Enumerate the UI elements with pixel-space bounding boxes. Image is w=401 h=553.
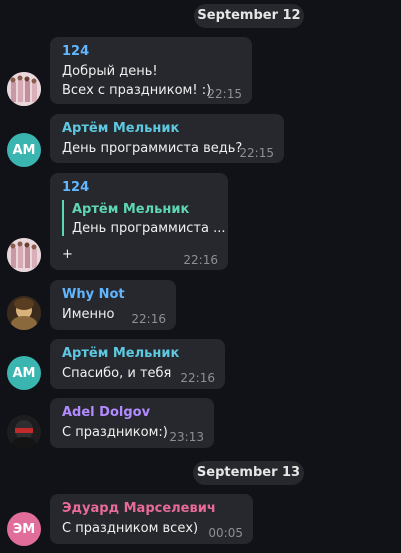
avatar[interactable]: ЭМ [7,512,41,546]
message-bubble[interactable]: 124 Добрый день! Всех с праздником! :) 2… [50,37,252,104]
avatar[interactable]: AM [7,356,41,390]
sender-name[interactable]: Adel Dolgov [62,405,150,420]
message-bubble[interactable]: Артём Мельник Спасибо, и тебя 22:16 [50,339,225,389]
message-text: День программиста ведь? [62,141,243,156]
sender-name[interactable]: Why Not [62,287,125,302]
avatar[interactable] [7,415,41,449]
message-time: 00:05 [208,526,243,540]
sender-name[interactable]: Артём Мельник [62,121,179,136]
sender-name[interactable]: 124 [62,180,89,195]
message-time: 22:15 [239,146,274,160]
sender-name[interactable]: Артём Мельник [62,346,179,361]
reply-text: День программиста ... [72,221,226,236]
reply-sender-name: Артём Мельник [72,202,190,217]
message-bubble[interactable]: Why Not Именно 22:16 [50,280,176,330]
sender-name[interactable]: 124 [62,44,89,59]
avatar[interactable] [7,238,41,272]
message-text: Именно [62,307,115,322]
message-text: С праздником всех) [62,521,199,536]
message-text: Добрый день! [62,64,158,79]
reply-quote[interactable]: Артём Мельник День программиста ... [62,200,232,236]
date-separator: September 13 [193,461,304,485]
message-text: Спасибо, и тебя [62,366,172,381]
message-bubble[interactable]: Adel Dolgov С праздником:) 23:13 [50,398,214,448]
message-text: Всех с праздником! :) [62,83,212,98]
chat-history[interactable]: September 12 124 Добрый день! Всех с пра… [0,0,401,553]
avatar[interactable]: AM [7,133,41,167]
message-time: 22:16 [180,371,215,385]
sender-name[interactable]: Эдуард Марселевич [62,501,216,516]
message-time: 23:13 [169,430,204,444]
message-time: 22:16 [183,253,218,267]
avatar[interactable] [7,72,41,106]
message-text: С праздником:) [62,425,168,440]
message-bubble[interactable]: 124 Артём Мельник День программиста ... … [50,173,228,270]
avatar[interactable] [7,296,41,330]
message-bubble[interactable]: Эдуард Марселевич С праздником всех) 00:… [50,494,253,544]
message-time: 22:15 [207,87,242,101]
message-time: 22:16 [131,312,166,326]
message-bubble[interactable]: Артём Мельник День программиста ведь? 22… [50,114,284,163]
date-separator: September 12 [194,4,304,28]
message-text: + [62,247,73,262]
